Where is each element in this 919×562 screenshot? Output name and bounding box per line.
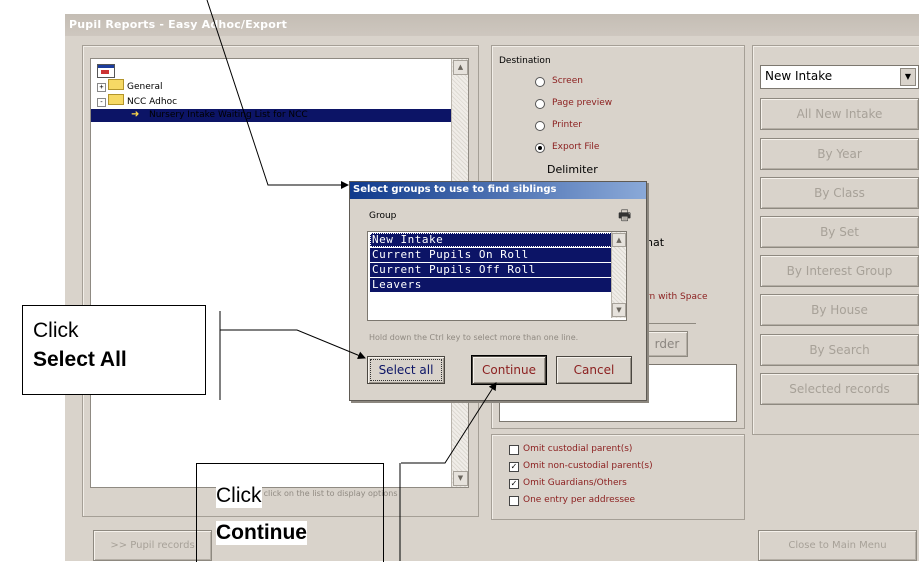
arrow-to-select-all: [220, 329, 366, 360]
arrow-to-continue: [401, 382, 497, 464]
arrow-to-dialog: [206, 0, 349, 189]
annotation-arrows: [206, 0, 497, 561]
